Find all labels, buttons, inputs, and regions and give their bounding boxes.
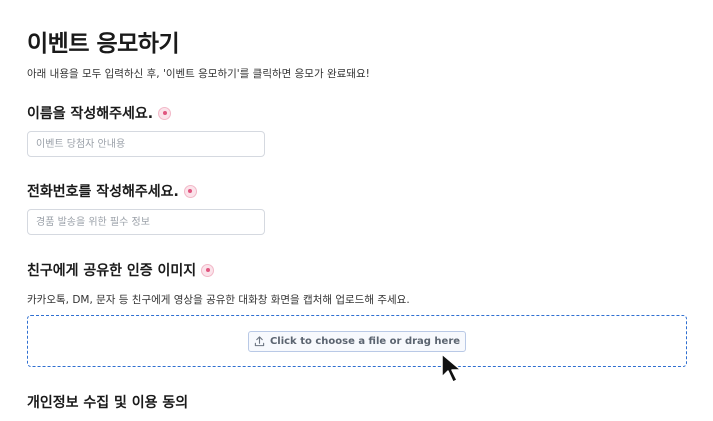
required-icon: [201, 263, 215, 277]
phone-input[interactable]: [27, 209, 265, 235]
mouse-cursor-icon: [441, 353, 462, 383]
choose-file-button[interactable]: Click to choose a file or drag here: [247, 330, 467, 352]
name-input[interactable]: [27, 131, 265, 157]
privacy-section-title: 개인정보 수집 및 이용 동의: [27, 395, 189, 411]
required-icon: [158, 106, 172, 120]
choose-file-label: Click to choose a file or drag here: [269, 335, 461, 347]
phone-label-text: 전화번호를 작성해주세요.: [27, 184, 179, 200]
image-label-text: 친구에게 공유한 인증 이미지: [27, 263, 197, 279]
required-icon: [183, 184, 197, 198]
phone-field-label: 전화번호를 작성해주세요.: [27, 181, 197, 201]
page-title: 이벤트 응모하기: [27, 31, 180, 57]
file-dropzone[interactable]: Click to choose a file or drag here: [27, 315, 687, 367]
upload-icon: [254, 335, 265, 347]
name-field-label: 이름을 작성해주세요.: [27, 103, 172, 123]
page-description: 아래 내용을 모두 입력하신 후, '이벤트 응모하기'를 클릭하면 응모가 완…: [27, 68, 370, 80]
image-field-hint: 카카오톡, DM, 문자 등 친구에게 영상을 공유한 대화창 화면을 캡처해 …: [27, 294, 410, 306]
image-field-label: 친구에게 공유한 인증 이미지: [27, 260, 215, 280]
name-label-text: 이름을 작성해주세요.: [27, 106, 154, 122]
